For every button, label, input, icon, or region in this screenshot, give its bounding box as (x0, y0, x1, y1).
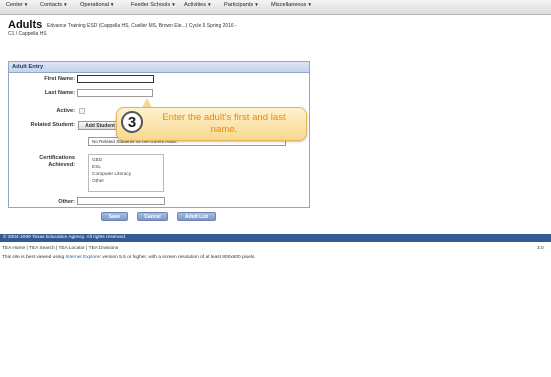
certification-option[interactable]: ESL (92, 164, 160, 171)
callout-text: Enter the adult's first and last name. (162, 112, 286, 135)
certification-option[interactable]: GED (92, 157, 160, 164)
certifications-listbox[interactable]: GED ESL Computer Literacy Other (88, 154, 164, 192)
panel-title: Adult Entry (12, 64, 44, 70)
cancel-button[interactable]: Cancel (137, 212, 168, 221)
chevron-down-icon: ▼ (63, 2, 68, 7)
copyright-text: © 2004-2009 Texas Education Agency. All … (3, 235, 127, 240)
certification-option[interactable]: Other (92, 178, 160, 185)
adult-list-button[interactable]: Adult List (177, 212, 216, 221)
best-viewed-note: This site is best viewed using Internet … (2, 255, 256, 260)
related-student-label: Related Student: (30, 122, 75, 128)
version-number: 3.0 (537, 246, 544, 251)
chevron-down-icon: ▼ (307, 2, 312, 7)
last-name-label: Last Name: (44, 90, 75, 96)
other-input[interactable] (77, 197, 165, 205)
panel-header: Adult Entry (9, 62, 309, 73)
active-checkbox[interactable] (79, 108, 85, 114)
chevron-down-icon: ▼ (109, 2, 115, 7)
footer-links[interactable]: TEA Home | TEA Search | TEA Locator | TE… (2, 246, 118, 251)
nav-center[interactable]: Center▼ (6, 2, 28, 8)
other-label: Other: (58, 199, 75, 205)
nav-feeder-schools[interactable]: Feeder Schools▼ (131, 2, 176, 8)
nav-contacts[interactable]: Contacts▼ (40, 2, 68, 8)
first-name-input[interactable] (77, 75, 154, 83)
nav-miscellaneous[interactable]: Miscellaneous▼ (271, 2, 312, 8)
certification-option[interactable]: Computer Literacy (92, 171, 160, 178)
page-title: Adults (8, 19, 43, 31)
chevron-down-icon: ▼ (207, 2, 212, 7)
top-nav-bar: Center▼ Contacts▼ Operational▼ Feeder Sc… (0, 0, 551, 15)
first-name-label: First Name: (44, 76, 75, 82)
save-button[interactable]: Save (101, 212, 128, 221)
footer-bar: © 2004-2009 Texas Education Agency. All … (0, 234, 551, 242)
nav-activities[interactable]: Activities▼ (184, 2, 212, 8)
certifications-label: Certifications Achieved: (39, 155, 75, 168)
last-name-input[interactable] (77, 89, 153, 97)
internet-explorer-link[interactable]: Internet Explorer (65, 255, 100, 260)
chevron-down-icon: ▼ (171, 2, 176, 7)
nav-participants[interactable]: Participants▼ (224, 2, 259, 8)
page-subtitle-campus: C1 / Cappella HS (8, 31, 47, 37)
chevron-down-icon: ▼ (23, 2, 29, 7)
nav-operational[interactable]: Operational▼ (80, 2, 114, 8)
page-subtitle: Edvance Training ESD (Cappella HS, Cuell… (47, 23, 237, 29)
chevron-down-icon: ▼ (254, 2, 259, 7)
active-label: Active: (56, 108, 75, 114)
callout-step-number: 3 (121, 111, 143, 133)
